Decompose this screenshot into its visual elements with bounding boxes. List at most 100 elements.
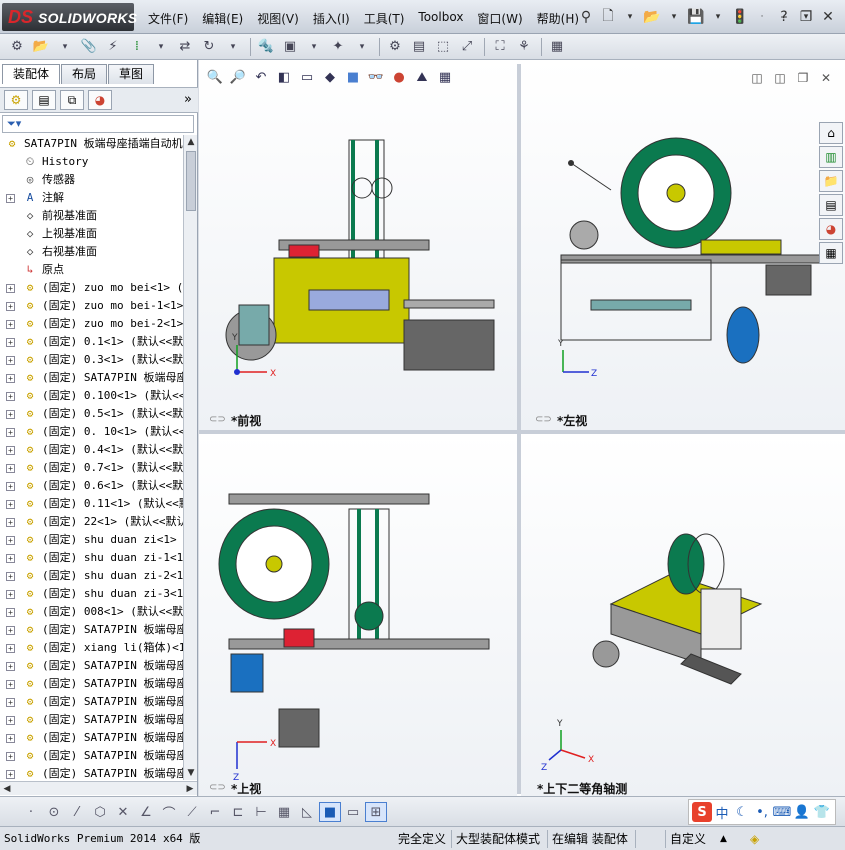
clearance-icon[interactable]: ⚘ xyxy=(513,37,535,57)
viewport-splitter-vertical[interactable] xyxy=(517,64,521,794)
expand-icon[interactable]: + xyxy=(6,536,15,545)
tree-vertical-scrollbar[interactable]: ▲ ▼ xyxy=(183,135,197,780)
exploded-view-icon[interactable]: ⬚ xyxy=(432,37,454,57)
expand-panel-icon[interactable]: » xyxy=(184,92,192,107)
chamfer-icon[interactable]: ⟋ xyxy=(181,802,203,822)
appearances-icon[interactable]: ◕ xyxy=(819,218,843,240)
expand-icon[interactable]: + xyxy=(6,518,15,527)
open-folder-icon[interactable]: 📂 xyxy=(641,6,663,28)
dropdown-arrow-icon[interactable]: ▾ xyxy=(150,37,172,57)
scroll-up-icon[interactable]: ▲ xyxy=(184,135,198,149)
user-icon[interactable]: 👤 xyxy=(792,802,812,822)
expand-icon[interactable]: + xyxy=(6,608,15,617)
view-link-icon[interactable]: ⊂⊃ xyxy=(535,414,552,425)
tree-item[interactable]: + ⚙ (固定) zuo mo bei-2<1> xyxy=(0,315,183,333)
tree-item[interactable]: + ⚙ (固定) 0.100<1> (默认<< xyxy=(0,387,183,405)
expand-icon[interactable]: + xyxy=(6,428,15,437)
viewport-front[interactable]: 🔍 🔎 ↶ ◧ ▭ ◆ ■ 👓 ● ⛰ ▦ Y X ⊂⊃ *前视 xyxy=(199,60,517,430)
scroll-right-icon[interactable]: ▶ xyxy=(183,782,197,796)
viewport-splitter-horizontal[interactable] xyxy=(199,430,845,434)
trim-icon[interactable]: ✕ xyxy=(112,802,134,822)
shirt-skin-icon[interactable]: 👕 xyxy=(812,802,832,822)
insert-component-icon[interactable]: ⚙ xyxy=(6,37,28,57)
view-link-icon[interactable]: ⊂⊃ xyxy=(209,414,226,425)
tree-item[interactable]: + ⚙ (固定) 0.5<1> (默认<<默 xyxy=(0,405,183,423)
unit-system[interactable]: 自定义 xyxy=(666,830,716,848)
construction-line-icon[interactable]: ∠ xyxy=(135,802,157,822)
display-manager-icon[interactable]: ◕ xyxy=(88,90,112,110)
tree-item[interactable]: + ⚙ (固定) SATA7PIN 板端母座 xyxy=(0,693,183,711)
menu-item-7[interactable]: 帮助(H) xyxy=(537,10,579,27)
tree-item[interactable]: + ⚙ (固定) 22<1> (默认<<默认 xyxy=(0,513,183,531)
tree-item[interactable]: + ⚙ (固定) SATA7PIN 板端母座 xyxy=(0,675,183,693)
close-icon[interactable]: ✕ xyxy=(817,6,839,28)
tab-sketch[interactable]: 草图 xyxy=(108,64,155,84)
menu-item-4[interactable]: 工具(T) xyxy=(364,10,405,27)
viewport-top[interactable]: Z X ⊂⊃ *上视 xyxy=(199,434,517,796)
menu-item-1[interactable]: 编辑(E) xyxy=(202,10,243,27)
pattern-icon[interactable]: ⁞ xyxy=(126,37,148,57)
expand-icon[interactable]: + xyxy=(6,446,15,455)
expand-icon[interactable]: + xyxy=(6,392,15,401)
scroll-down-icon[interactable]: ▼ xyxy=(184,766,198,780)
circle-icon[interactable]: ⊙ xyxy=(43,802,65,822)
tree-item[interactable]: + ⚙ (固定) zuo mo bei<1> (默 xyxy=(0,279,183,297)
reference-geometry-icon[interactable]: ✦ xyxy=(327,37,349,57)
expand-icon[interactable]: + xyxy=(6,644,15,653)
expand-icon[interactable]: + xyxy=(6,482,15,491)
dropdown-arrow-icon[interactable]: ▾ xyxy=(619,6,641,28)
tree-item[interactable]: + ⚙ (固定) zuo mo bei-1<1> xyxy=(0,297,183,315)
sogou-ime-icon[interactable]: S xyxy=(692,802,712,822)
tree-item[interactable]: + ⚙ (固定) xiang li(箱体)<1 xyxy=(0,639,183,657)
tree-item[interactable]: ◇ 前视基准面 xyxy=(0,207,183,225)
view-link-icon[interactable]: ⊂⊃ xyxy=(209,782,226,793)
expand-icon[interactable]: + xyxy=(6,662,15,671)
tree-item[interactable]: + ⚙ (固定) SATA7PIN 板端母座 xyxy=(0,657,183,675)
dropdown-arrow-icon[interactable]: ▾ xyxy=(663,6,685,28)
tag-icon[interactable]: ◈ xyxy=(746,830,763,848)
scroll-thumb[interactable] xyxy=(186,151,196,211)
tree-item[interactable]: + ⚙ (固定) SATA7PIN 板端母座 xyxy=(0,369,183,387)
tree-item[interactable]: + ⚙ (固定) shu duan zi-1<1> xyxy=(0,549,183,567)
tree-item[interactable]: + ⚙ (固定) 0.6<1> (默认<<默 xyxy=(0,477,183,495)
interference-detection-icon[interactable]: ⛶ xyxy=(489,37,511,57)
feature-manager-icon[interactable]: ⚙ xyxy=(4,90,28,110)
dropdown-arrow-icon[interactable]: ▾ xyxy=(54,37,76,57)
dropdown-arrow-icon[interactable]: ▾ xyxy=(707,6,729,28)
tree-item[interactable]: ◇ 右视基准面 xyxy=(0,243,183,261)
tree-item[interactable]: + ⚙ (固定) SATA7PIN 板端母座 xyxy=(0,711,183,729)
tree-item[interactable]: + ⚙ (固定) 0.4<1> (默认<<默 xyxy=(0,441,183,459)
expand-icon[interactable]: + xyxy=(6,410,15,419)
single-viewport-icon[interactable]: ▭ xyxy=(342,802,364,822)
move-component-icon[interactable]: ⇄ xyxy=(174,37,196,57)
new-document-icon[interactable]: 🗋 xyxy=(597,6,619,28)
dropdown-arrow-icon[interactable]: ▾ xyxy=(351,37,373,57)
tree-item[interactable]: + ⚙ (固定) 008<1> (默认<<默 xyxy=(0,603,183,621)
tree-item[interactable]: + ⚙ (固定) SATA7PIN 板端母座 xyxy=(0,729,183,747)
expand-icon[interactable]: + xyxy=(6,464,15,473)
explode-line-icon[interactable]: ⤢ xyxy=(456,37,478,57)
menu-item-2[interactable]: 视图(V) xyxy=(257,10,299,27)
grid-icon[interactable]: ▦ xyxy=(273,802,295,822)
tree-filter[interactable]: ⏷▾ xyxy=(2,115,194,133)
angle-icon[interactable]: ◺ xyxy=(296,802,318,822)
expand-icon[interactable]: + xyxy=(6,626,15,635)
menu-item-3[interactable]: 插入(I) xyxy=(313,10,350,27)
corner-icon[interactable]: ⌐ xyxy=(204,802,226,822)
tree-item[interactable]: + ⚙ (固定) 0.7<1> (默认<<默 xyxy=(0,459,183,477)
file-explorer-icon[interactable]: 📁 xyxy=(819,170,843,192)
tree-item[interactable]: + A 注解 xyxy=(0,189,183,207)
expand-icon[interactable]: + xyxy=(6,284,15,293)
keyboard-icon[interactable]: ⌨ xyxy=(772,802,792,822)
save-icon[interactable]: 💾 xyxy=(685,6,707,28)
ime-language-toggle[interactable]: 中 xyxy=(712,802,732,822)
expand-icon[interactable]: + xyxy=(6,572,15,581)
expand-icon[interactable]: + xyxy=(6,374,15,383)
open-part-icon[interactable]: 📂 xyxy=(30,37,52,57)
paperclip-icon[interactable]: 📎 xyxy=(78,37,100,57)
minimize-icon[interactable]: – xyxy=(773,6,795,28)
expand-icon[interactable]: + xyxy=(6,302,15,311)
expand-icon[interactable]: + xyxy=(6,338,15,347)
tree-item[interactable]: ↳ 原点 xyxy=(0,261,183,279)
tree-item[interactable]: + ⚙ (固定) shu duan zi-3<1> xyxy=(0,585,183,603)
